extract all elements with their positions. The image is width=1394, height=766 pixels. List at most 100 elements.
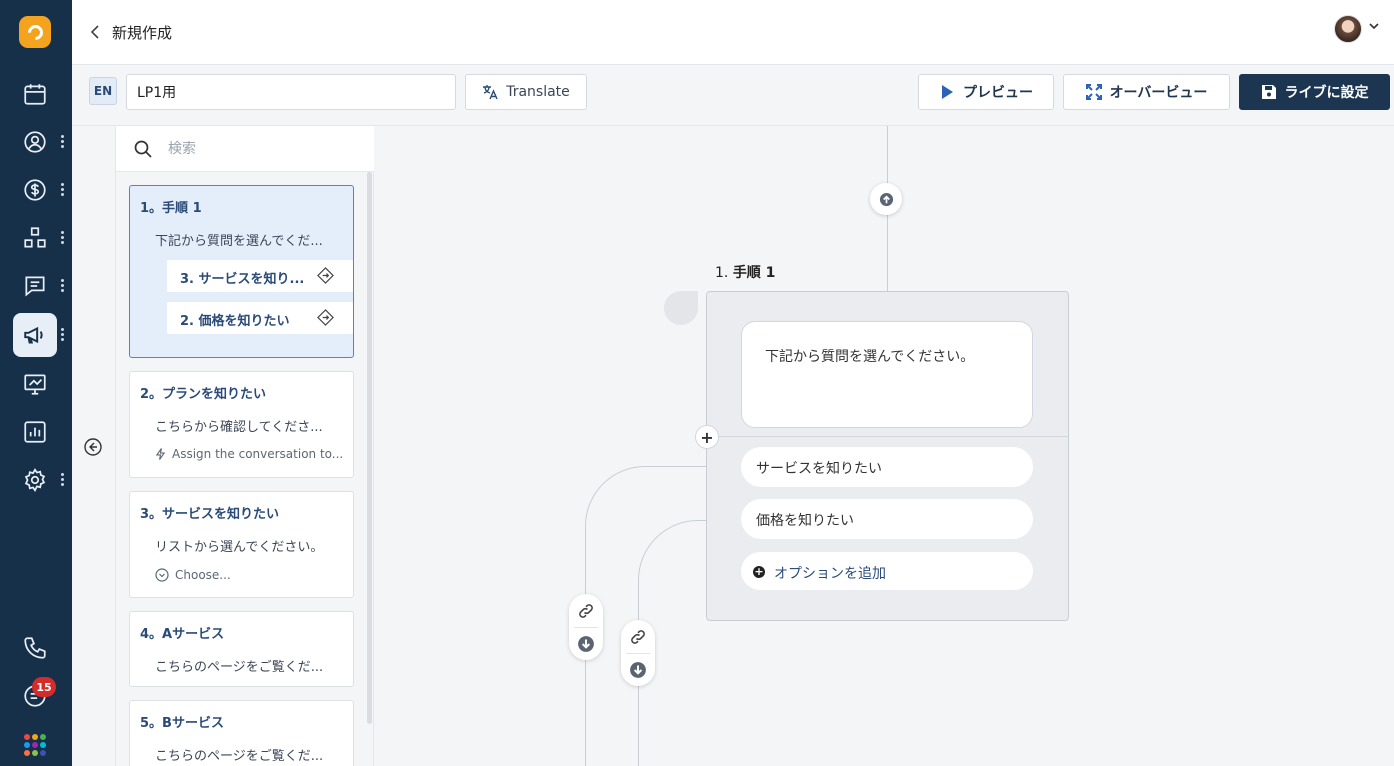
steps-panel: 1。手順 1 下記から質問を選んでくだ... 3. サービスを知り... 2. … — [116, 126, 374, 766]
marketing-more-icon[interactable] — [61, 328, 65, 342]
chat-more-icon[interactable] — [61, 279, 65, 293]
branch-action-pill — [569, 594, 603, 660]
phone-icon[interactable] — [13, 626, 57, 670]
monitor-icon[interactable] — [13, 362, 57, 406]
node-heading: 1. 手順 1 — [715, 262, 775, 282]
app-switcher-icon[interactable] — [24, 734, 46, 756]
preview-button[interactable]: プレビュー — [918, 74, 1054, 110]
step-title: 5。Bサービス — [140, 716, 224, 731]
notification-badge: 15 — [32, 677, 56, 697]
editor-toolbar: EN Translate プレビュー オーバービュー ライブに設定 — [72, 65, 1394, 126]
arrow-up-circle-icon — [879, 192, 893, 206]
step-node[interactable]: 下記から質問を選んでください。 + サービスを知りたい 価格を知りたい + オプ… — [695, 291, 1069, 621]
add-option-button[interactable]: + オプションを追加 — [741, 552, 1033, 590]
step-title: 4。Aサービス — [140, 627, 225, 642]
settings-more-icon[interactable] — [61, 473, 65, 487]
step-title: 3。サービスを知りたい — [140, 507, 280, 522]
flow-canvas[interactable]: 1. 手順 1 下記から質問を選んでください。 + サービスを知りたい 価格を知… — [374, 126, 1394, 766]
option-label: 2. 価格を知りたい — [180, 314, 290, 329]
add-option-label: オプションを追加 — [774, 566, 886, 582]
choice-label: 価格を知りたい — [756, 513, 854, 529]
dollar-icon[interactable] — [13, 168, 57, 212]
go-live-label: ライブに設定 — [1284, 85, 1369, 101]
node-number: 1. — [715, 265, 729, 281]
expand-icon — [1085, 84, 1102, 100]
step-action: Assign the conversation to... — [155, 447, 343, 461]
search-bar — [116, 126, 374, 172]
save-icon — [1261, 85, 1276, 99]
step-desc: リストから選んでください。 — [155, 540, 324, 555]
logo-ring-icon — [24, 21, 46, 43]
add-step-button[interactable]: + — [695, 425, 719, 449]
choice-option[interactable]: 価格を知りたい — [741, 499, 1033, 539]
choice-option[interactable]: サービスを知りたい — [741, 447, 1033, 487]
step-desc: こちらから確認してくださ... — [155, 420, 323, 435]
step-card-3[interactable]: 3。サービスを知りたい リストから選んでください。 Choose... — [129, 491, 354, 598]
chevron-down-icon[interactable] — [1369, 21, 1379, 34]
step-card-4[interactable]: 4。Aサービス こちらのページをご覧くだ... — [129, 611, 354, 687]
translate-label: Translate — [506, 84, 570, 100]
divider — [707, 436, 1068, 437]
step-option-chip[interactable]: 3. サービスを知り... — [167, 260, 353, 292]
step-title: 2。プランを知りたい — [140, 387, 267, 402]
megaphone-icon[interactable] — [13, 313, 57, 357]
preview-label: プレビュー — [963, 85, 1033, 101]
page-header: 新規作成 — [72, 0, 1394, 65]
step-card-2[interactable]: 2。プランを知りたい こちらから確認してくださ... Assign the co… — [129, 371, 354, 478]
go-live-button[interactable]: ライブに設定 — [1239, 74, 1390, 110]
step-desc: こちらのページをご覧くだ... — [155, 749, 324, 764]
message-bubble[interactable]: 下記から質問を選んでください。 — [741, 321, 1033, 428]
deals-more-icon[interactable] — [61, 183, 65, 197]
user-avatar[interactable] — [1334, 15, 1362, 43]
calendar-icon[interactable] — [13, 72, 57, 116]
bot-name-input[interactable] — [126, 74, 456, 110]
search-icon — [134, 140, 152, 158]
link-icon[interactable] — [577, 602, 595, 620]
collapse-arrow-icon[interactable] — [84, 438, 102, 456]
apps-more-icon[interactable] — [61, 231, 65, 245]
overview-button[interactable]: オーバービュー — [1063, 74, 1230, 110]
back-chevron-icon[interactable] — [88, 22, 104, 42]
apps-blocks-icon[interactable] — [13, 216, 57, 260]
choice-label: サービスを知りたい — [756, 461, 882, 477]
contacts-more-icon[interactable] — [61, 135, 65, 149]
goto-diamond-icon — [317, 309, 334, 326]
pill-divider — [626, 653, 650, 654]
panel-collapse-column — [72, 126, 116, 766]
left-nav-rail: 15 — [0, 0, 72, 766]
option-label: 3. サービスを知り... — [180, 272, 305, 287]
search-input[interactable] — [168, 138, 348, 160]
translate-icon — [483, 85, 498, 100]
step-desc: 下記から質問を選んでくだ... — [155, 234, 323, 249]
link-icon[interactable] — [629, 628, 647, 646]
translate-button[interactable]: Translate — [465, 74, 587, 110]
reports-icon[interactable] — [13, 410, 57, 454]
chevron-circle-icon — [155, 568, 169, 582]
step-action: Choose... — [155, 568, 231, 582]
lightning-icon — [155, 448, 166, 460]
step-option-chip[interactable]: 2. 価格を知りたい — [167, 302, 353, 334]
overview-label: オーバービュー — [1109, 85, 1208, 101]
step-action-label: Assign the conversation to... — [172, 447, 344, 461]
step-desc: こちらのページをご覧くだ... — [155, 660, 324, 675]
step-title: 1。手順 1 — [140, 201, 202, 216]
play-icon — [942, 85, 953, 99]
app-logo[interactable] — [19, 16, 51, 48]
message-text: 下記から質問を選んでください。 — [765, 349, 975, 365]
bot-avatar-bubble — [664, 291, 698, 325]
goto-diamond-icon — [317, 267, 334, 284]
plus-circle-icon: + — [753, 565, 765, 578]
scroll-up-button[interactable] — [870, 183, 902, 215]
arrow-down-circle-icon[interactable] — [577, 635, 595, 653]
branch-action-pill — [621, 620, 655, 686]
steps-scrollbar[interactable] — [367, 172, 372, 724]
arrow-down-circle-icon[interactable] — [629, 661, 647, 679]
language-badge[interactable]: EN — [89, 77, 117, 105]
step-card-5[interactable]: 5。Bサービス こちらのページをご覧くだ... — [129, 700, 354, 766]
node-title: 手順 1 — [732, 265, 776, 281]
settings-gear-icon[interactable] — [13, 458, 57, 502]
contacts-icon[interactable] — [13, 120, 57, 164]
chat-icon[interactable] — [13, 264, 57, 308]
step-card-1[interactable]: 1。手順 1 下記から質問を選んでくだ... 3. サービスを知り... 2. … — [129, 185, 354, 358]
page-title: 新規作成 — [112, 24, 173, 42]
